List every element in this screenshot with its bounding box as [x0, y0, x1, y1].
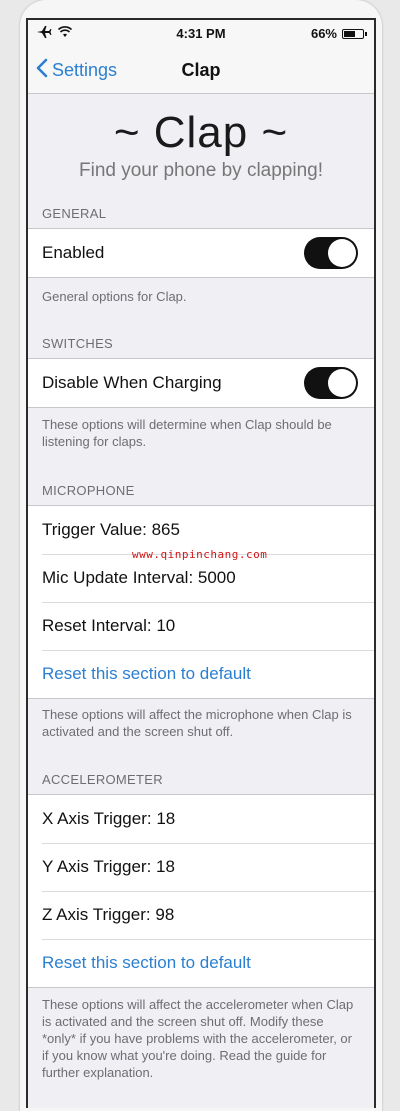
- general-footer: General options for Clap.: [42, 289, 187, 304]
- reset-microphone-label: Reset this section to default: [42, 664, 251, 683]
- group-general: Enabled: [28, 228, 374, 278]
- group-switches: Disable When Charging: [28, 358, 374, 408]
- z-axis-label: Z Axis Trigger: 98: [42, 905, 175, 924]
- group-microphone: Trigger Value: 865 Mic Update Interval: …: [28, 505, 374, 699]
- battery-icon: [342, 28, 367, 39]
- section-label-switches: SWITCHES: [42, 336, 114, 351]
- switches-footer: These options will determine when Clap s…: [42, 417, 332, 449]
- section-label-general: GENERAL: [42, 206, 107, 221]
- y-axis-label: Y Axis Trigger: 18: [42, 857, 175, 876]
- row-disable-when-charging: Disable When Charging: [28, 359, 374, 407]
- status-right: 66%: [310, 26, 367, 41]
- navigation-bar: Settings Clap: [28, 46, 374, 94]
- row-x-axis-trigger[interactable]: X Axis Trigger: 18: [28, 795, 374, 843]
- toggle-knob: [328, 369, 356, 397]
- trigger-value-label: Trigger Value: 865: [42, 520, 180, 539]
- screen: 4:31 PM 66% Settings Clap ~ Clap ~ Find …: [26, 18, 376, 1108]
- row-reset-interval[interactable]: Reset Interval: 10: [28, 602, 374, 650]
- disable-charging-toggle[interactable]: [304, 367, 358, 399]
- accelerometer-footer: These options will affect the accelerome…: [42, 997, 354, 1080]
- section-label-microphone: MICROPHONE: [42, 483, 135, 498]
- x-axis-label: X Axis Trigger: 18: [42, 809, 176, 828]
- reset-accelerometer-button[interactable]: Reset this section to default: [28, 939, 374, 987]
- enabled-toggle[interactable]: [304, 237, 358, 269]
- section-label-accelerometer: ACCELEROMETER: [42, 772, 163, 787]
- reset-microphone-button[interactable]: Reset this section to default: [28, 650, 374, 698]
- app-title: ~ Clap ~: [113, 108, 289, 157]
- toggle-knob: [328, 239, 356, 267]
- group-accelerometer: X Axis Trigger: 18 Y Axis Trigger: 18 Z …: [28, 794, 374, 988]
- battery-fill: [344, 30, 355, 37]
- reset-accelerometer-label: Reset this section to default: [42, 953, 251, 972]
- battery-percent: 66%: [310, 26, 337, 41]
- app-subtitle: Find your phone by clapping!: [79, 160, 323, 181]
- status-bar: 4:31 PM 66%: [28, 20, 374, 46]
- reset-interval-label: Reset Interval: 10: [42, 616, 176, 635]
- phone-frame: 4:31 PM 66% Settings Clap ~ Clap ~ Find …: [0, 0, 400, 1111]
- watermark-text: www.qinpinchang.com: [132, 548, 268, 561]
- row-z-axis-trigger[interactable]: Z Axis Trigger: 98: [28, 891, 374, 939]
- mic-update-interval-label: Mic Update Interval: 5000: [42, 568, 236, 587]
- nav-title: Clap: [181, 60, 221, 80]
- microphone-footer: These options will affect the microphone…: [42, 707, 352, 739]
- row-enabled: Enabled: [28, 229, 374, 277]
- row-y-axis-trigger[interactable]: Y Axis Trigger: 18: [28, 843, 374, 891]
- row-trigger-value[interactable]: Trigger Value: 865: [28, 506, 374, 554]
- row-mic-update-interval[interactable]: Mic Update Interval: 5000: [28, 554, 374, 602]
- app-header: ~ Clap ~ Find your phone by clapping!: [28, 108, 374, 182]
